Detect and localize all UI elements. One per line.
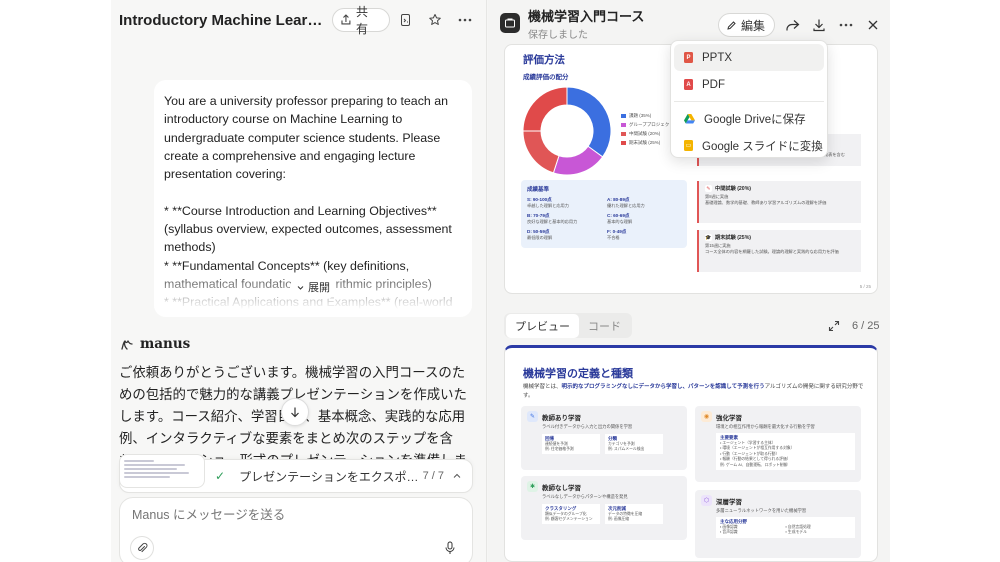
star-icon[interactable]	[422, 8, 450, 32]
grade-criteria-box: 成績基準 S: 90-100点 卓越した理解と応用力 A: 80-89点 優れた理解…	[521, 180, 687, 248]
user-message-bubble: You are a university professor preparing…	[154, 80, 472, 317]
preview-pane: 機械学習入門コース 保存しました 編集 評価方法 成績評価の配分 課題 (35%…	[488, 0, 890, 562]
download-icon[interactable]	[807, 13, 831, 37]
save-status: 保存しました	[528, 29, 588, 41]
menu-divider	[674, 101, 824, 102]
menu-item-pptx[interactable]: P PPTX	[674, 44, 824, 71]
assistant-name: manus	[140, 336, 191, 352]
slide5-subtitle: 成績評価の配分	[523, 74, 569, 81]
chevron-down-icon	[297, 286, 304, 291]
copy-doc-icon[interactable]	[392, 8, 420, 32]
supervised-icon: ✎	[527, 411, 538, 422]
slide6-intro: 機械学習とは、明示的なプログラミングなしにデータから学習し、パターンを認識して予…	[523, 384, 864, 399]
menu-item-google-drive[interactable]: Google Driveに保存	[674, 105, 824, 132]
tab-code[interactable]: コード	[579, 314, 630, 338]
eval-card-midterm: ✎ 中間試験 (20%) 第8週に実施 基礎理論、数学的基礎、教師あり学習アルゴリ…	[697, 181, 861, 223]
network-icon: ⬡	[701, 495, 712, 506]
menu-item-google-slides[interactable]: ▭ Google スライドに変換	[674, 132, 824, 159]
microphone-icon	[445, 541, 455, 554]
gamepad-icon: ◉	[701, 411, 712, 422]
voice-button[interactable]	[438, 536, 462, 560]
slide5-page-number: 5 / 25	[859, 284, 871, 289]
donut-slice-期末試験	[522, 86, 568, 132]
share-label: 共有	[355, 5, 368, 36]
task-thumbnail	[119, 454, 205, 488]
grade-item: S: 90-100点 卓越した理解と応用力	[527, 197, 569, 208]
card-deep-learning: ⬡ 深層学習 多層ニューラルネットワークを用いた機械学習 主な応用分野 ▪ 画像認…	[695, 490, 861, 558]
slide5-title: 評価方法	[523, 54, 565, 66]
donut-chart	[522, 86, 612, 176]
expand-button[interactable]: 展開	[290, 276, 336, 299]
pdf-file-icon: A	[684, 79, 693, 90]
share-button[interactable]: 共有	[332, 5, 390, 36]
task-progress-bar[interactable]: ✓ プレゼンテーションをエクスポート... 7 / 7	[119, 454, 473, 493]
scroll-down-button[interactable]	[281, 398, 309, 426]
google-slides-icon: ▭	[684, 140, 693, 151]
export-menu: P PPTX A PDF Google Driveに保存 ▭ Google スラ…	[670, 40, 828, 158]
grade-item: D: 50-59点 最低限の理解	[527, 229, 553, 240]
more-icon[interactable]	[451, 8, 479, 32]
card-supervised: ✎ 教師あり学習 ラベル付きデータから入力と出力の関係を学習 回帰 連続値を予測 例…	[521, 406, 687, 470]
share-arrow-icon[interactable]	[780, 13, 804, 37]
assistant-header: manus	[119, 336, 190, 352]
graduation-cap-icon: 🎓	[705, 234, 712, 241]
grade-item: C: 60-69点 基本的な理解	[607, 213, 633, 224]
preview-title: 機械学習入門コース	[528, 8, 645, 24]
view-tabs: プレビュー コード	[504, 313, 632, 338]
attach-button[interactable]	[130, 536, 154, 560]
google-drive-icon	[684, 113, 695, 123]
puzzle-icon: ✱	[527, 481, 538, 492]
card-unsupervised: ✱ 教師なし学習 ラベルなしデータからパターンや構造を発見 クラスタリング 類似デー…	[521, 476, 687, 540]
slide-counter: 6 / 25	[852, 320, 880, 332]
grade-title: 成績基準	[527, 187, 550, 193]
edit-label: 編集	[741, 18, 766, 33]
exam-icon: ✎	[705, 185, 712, 192]
donut-slice-中間試験	[522, 130, 560, 174]
task-label: プレゼンテーションをエクスポート...	[239, 469, 419, 484]
more-options-icon[interactable]	[834, 13, 858, 37]
check-icon: ✓	[215, 469, 226, 483]
pencil-icon	[727, 20, 736, 30]
slide6-title: 機械学習の定義と種類	[523, 368, 633, 380]
share-icon	[341, 14, 351, 25]
chat-header: Introductory Machine Learning... 共有	[111, 0, 487, 40]
tab-preview[interactable]: プレビュー	[506, 313, 579, 338]
pptx-file-icon: P	[684, 52, 693, 63]
task-count: 7 / 7	[422, 470, 444, 482]
manus-logo-icon	[121, 340, 133, 350]
presentation-app-icon	[500, 13, 520, 33]
eval-card-final: 🎓 期末試験 (25%) 第15週に実施 コース全体の内容を網羅した試験。理論的理…	[697, 230, 861, 272]
grade-item: F: 0-49点 不合格	[607, 229, 627, 240]
arrow-down-icon	[291, 407, 299, 418]
expand-label: 展開	[308, 281, 330, 294]
message-input[interactable]	[132, 508, 452, 522]
grade-item: A: 80-89点 優れた理解と応用力	[607, 197, 645, 208]
fullscreen-icon[interactable]	[828, 319, 840, 337]
chat-pane: Introductory Machine Learning... 共有 You …	[111, 0, 487, 562]
close-icon[interactable]	[861, 13, 885, 37]
message-composer	[119, 497, 473, 562]
app-frame: Introductory Machine Learning... 共有 You …	[111, 0, 890, 562]
slide-6[interactable]: 機械学習の定義と種類 機械学習とは、明示的なプログラミングなしにデータから学習し…	[504, 345, 878, 562]
chat-title: Introductory Machine Learning...	[119, 11, 325, 29]
menu-item-pdf[interactable]: A PDF	[674, 71, 824, 98]
card-reinforcement: ◉ 強化学習 環境との相互作用から報酬を最大化する行動を学習 主要要素 • エージ…	[695, 406, 861, 482]
paperclip-icon	[138, 542, 148, 553]
chevron-up-icon[interactable]	[452, 471, 462, 481]
grade-item: B: 70-79点 良好な理解と基本的応用力	[527, 213, 578, 224]
edit-button[interactable]: 編集	[718, 13, 776, 37]
